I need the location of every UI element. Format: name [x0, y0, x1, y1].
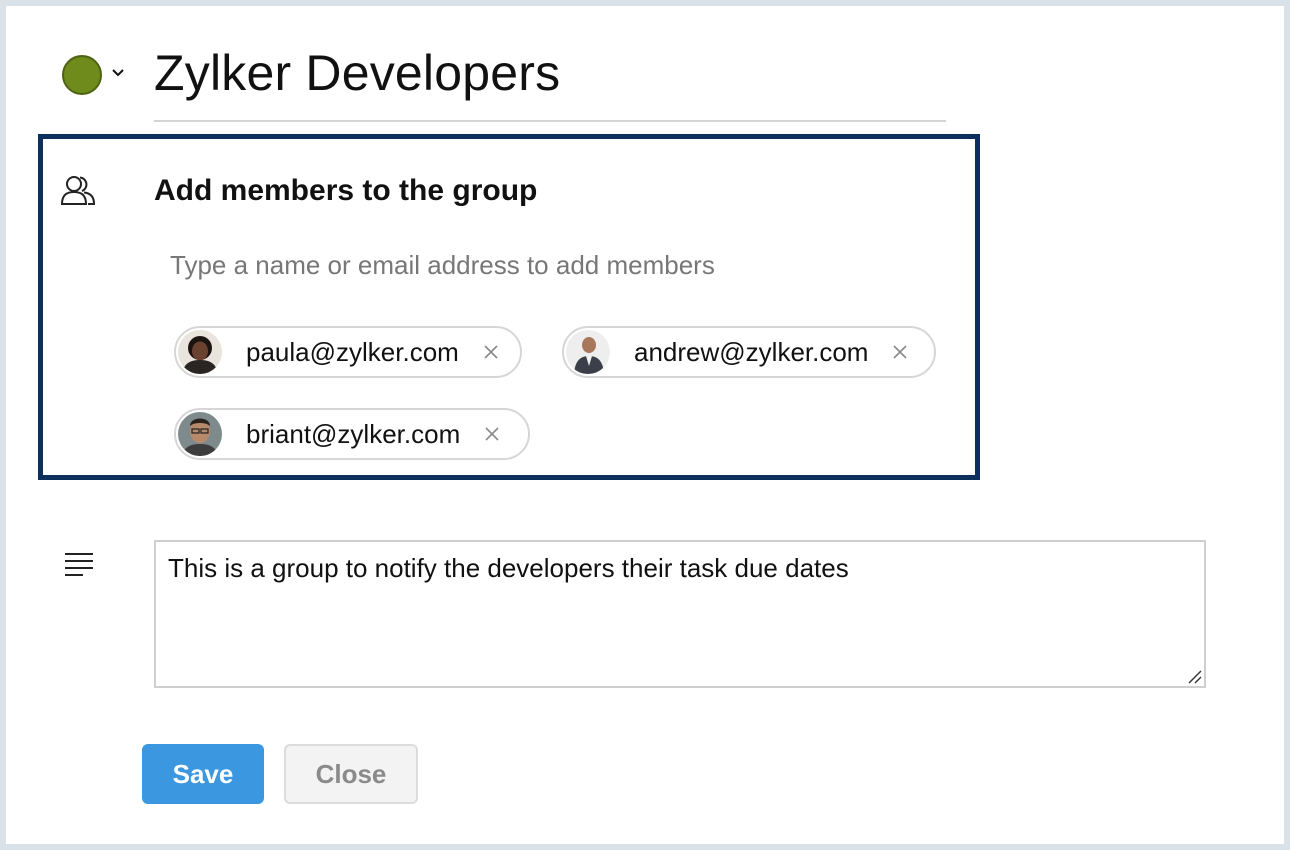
group-color-picker[interactable]: [62, 55, 102, 95]
remove-member-icon[interactable]: [890, 342, 910, 362]
member-chip: briant@zylker.com: [174, 408, 530, 460]
remove-member-icon[interactable]: [482, 424, 502, 444]
member-email: briant@zylker.com: [246, 418, 461, 449]
group-title[interactable]: Zylker Developers: [154, 44, 560, 102]
group-title-field[interactable]: Zylker Developers: [154, 40, 946, 122]
avatar: [178, 412, 222, 456]
close-button[interactable]: Close: [284, 744, 418, 804]
member-chip: paula@zylker.com: [174, 326, 522, 378]
resize-handle-icon[interactable]: [1186, 668, 1202, 684]
chevron-down-icon[interactable]: [110, 62, 126, 82]
remove-member-icon[interactable]: [481, 342, 501, 362]
members-search-input[interactable]: [170, 244, 870, 286]
members-icon: [60, 176, 96, 205]
save-button[interactable]: Save: [142, 744, 264, 804]
description-textarea[interactable]: This is a group to notify the developers…: [154, 540, 1206, 688]
members-heading: Add members to the group: [154, 174, 538, 207]
member-email: andrew@zylker.com: [634, 336, 869, 367]
avatar: [178, 330, 222, 374]
member-chip: andrew@zylker.com: [562, 326, 936, 378]
description-icon: [65, 553, 93, 576]
member-email: paula@zylker.com: [246, 336, 459, 367]
description-text: This is a group to notify the developers…: [168, 553, 849, 583]
avatar: [566, 330, 610, 374]
